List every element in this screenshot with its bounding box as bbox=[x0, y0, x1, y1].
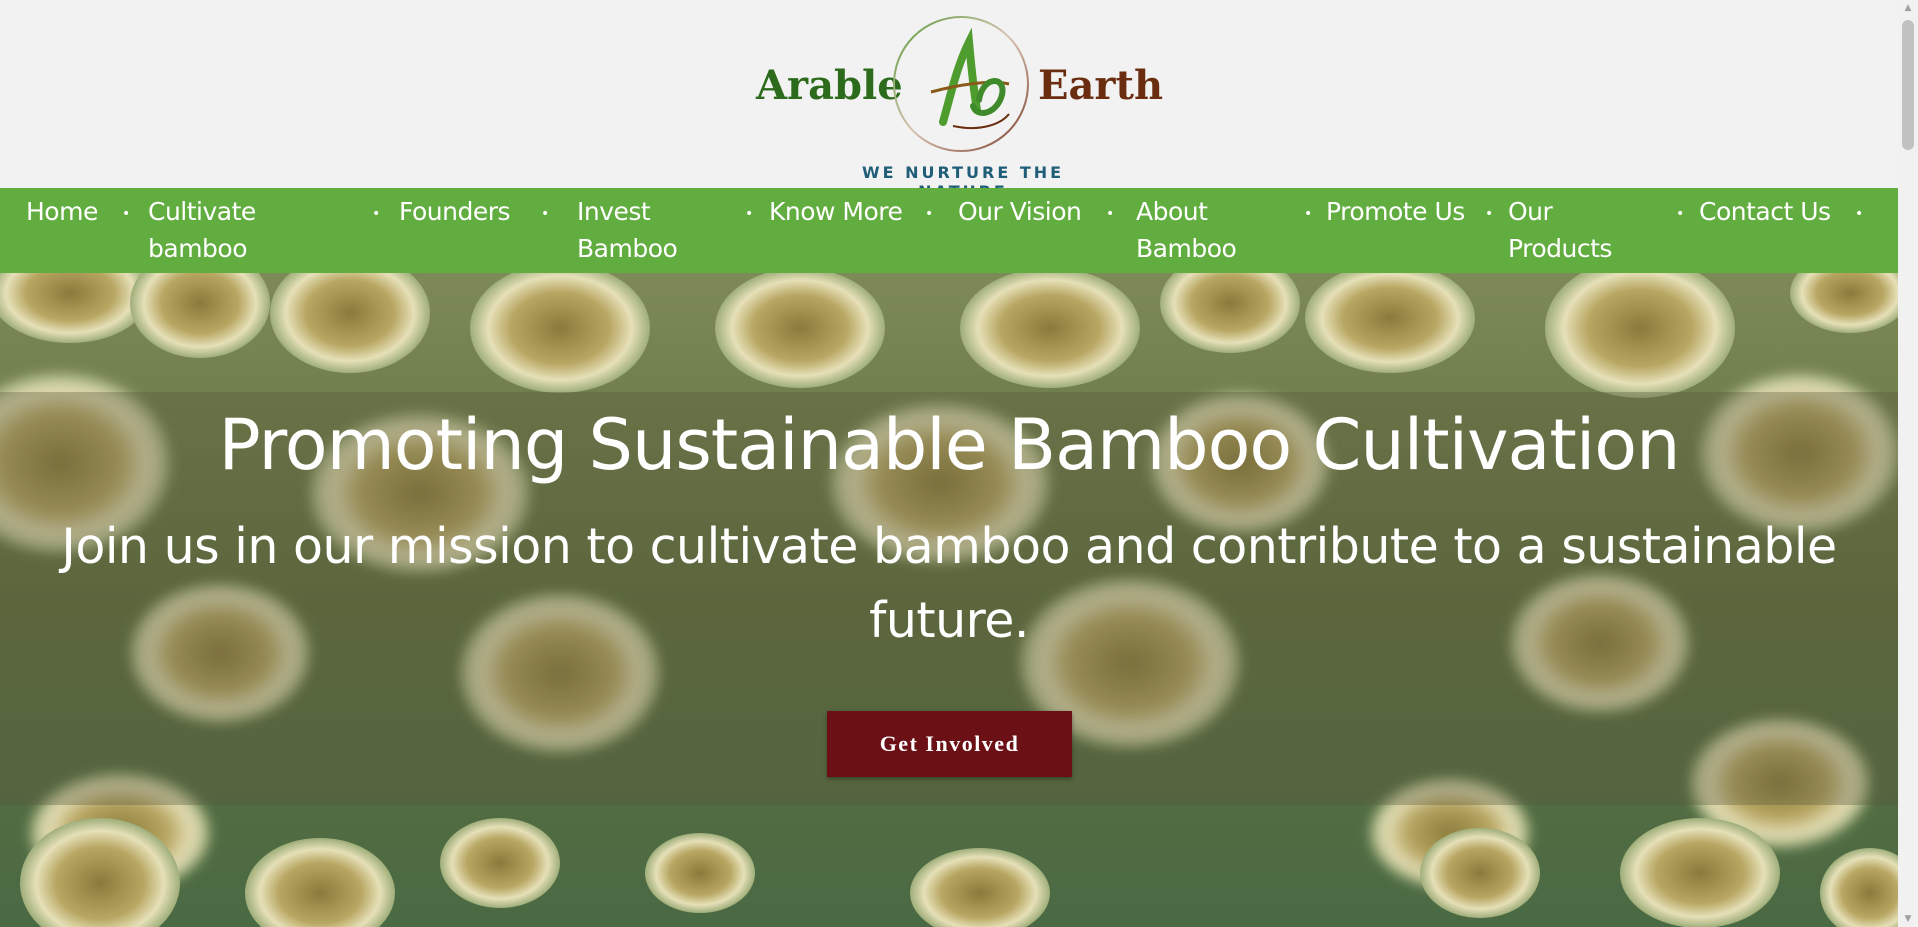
site-header: Arable Earth WE NURTURE THE NATURE bbox=[0, 0, 1898, 201]
nav-item-label: Contact Us bbox=[1699, 197, 1831, 226]
logo-word-earth: Earth bbox=[1038, 62, 1164, 109]
nav-item-contact-us[interactable]: Contact Us bbox=[1699, 188, 1859, 273]
nav-item-label: Founders bbox=[399, 197, 511, 226]
scroll-up-arrow-icon[interactable]: ▲ bbox=[1898, 0, 1918, 16]
nav-item-label: Promote Us bbox=[1326, 197, 1465, 226]
hero-subtitle: Join us in our mission to cultivate bamb… bbox=[61, 518, 1837, 649]
nav-separator: • bbox=[122, 206, 131, 222]
nav-separator: • bbox=[372, 206, 381, 222]
nav-separator: • bbox=[1304, 206, 1313, 222]
site-logo[interactable]: Arable Earth WE NURTURE THE NATURE bbox=[752, 10, 1163, 201]
nav-item-label: Home bbox=[26, 197, 98, 226]
nav-item-label: Our Vision bbox=[958, 197, 1082, 226]
nav-item-promote-us[interactable]: Promote Us bbox=[1326, 188, 1486, 273]
nav-separator: • bbox=[745, 206, 754, 222]
nav-item-cultivate-bamboo[interactable]: Cultivate bamboo bbox=[148, 188, 298, 273]
get-involved-button[interactable]: Get Involved bbox=[827, 711, 1072, 777]
nav-separator: • bbox=[1855, 206, 1864, 222]
hero-section: Promoting Sustainable Bamboo Cultivation… bbox=[0, 273, 1898, 927]
nav-item-label: Cultivate bamboo bbox=[148, 197, 256, 263]
main-navigation: Home • Cultivate bamboo • Founders • Inv… bbox=[0, 188, 1898, 273]
nav-item-about-bamboo[interactable]: About Bamboo bbox=[1136, 188, 1266, 273]
nav-separator: • bbox=[1485, 206, 1494, 222]
nav-item-label: Our Products bbox=[1508, 197, 1612, 263]
nav-separator: • bbox=[1106, 206, 1115, 222]
scroll-down-arrow-icon[interactable]: ▼ bbox=[1898, 911, 1918, 927]
nav-item-founders[interactable]: Founders bbox=[399, 188, 529, 273]
nav-item-label: About Bamboo bbox=[1136, 197, 1237, 263]
nav-separator: • bbox=[1676, 206, 1685, 222]
hero-title: Promoting Sustainable Bamboo Cultivation bbox=[218, 404, 1681, 486]
logo-word-arable: Arable bbox=[756, 62, 903, 109]
nav-item-label: Know More bbox=[769, 197, 903, 226]
scrollbar-thumb[interactable] bbox=[1902, 20, 1914, 150]
nav-item-invest-bamboo[interactable]: Invest Bamboo bbox=[577, 188, 697, 273]
nav-item-our-products[interactable]: Our Products bbox=[1508, 188, 1638, 273]
nav-item-our-vision[interactable]: Our Vision bbox=[958, 188, 1118, 273]
logo-monogram-emblem bbox=[893, 16, 1029, 152]
nav-item-label: Invest Bamboo bbox=[577, 197, 678, 263]
nav-item-know-more[interactable]: Know More bbox=[769, 188, 929, 273]
nav-separator: • bbox=[541, 206, 550, 222]
nav-item-home[interactable]: Home bbox=[26, 188, 116, 273]
nav-separator: • bbox=[925, 206, 934, 222]
page-scrollbar[interactable]: ▲ ▼ bbox=[1898, 0, 1918, 927]
